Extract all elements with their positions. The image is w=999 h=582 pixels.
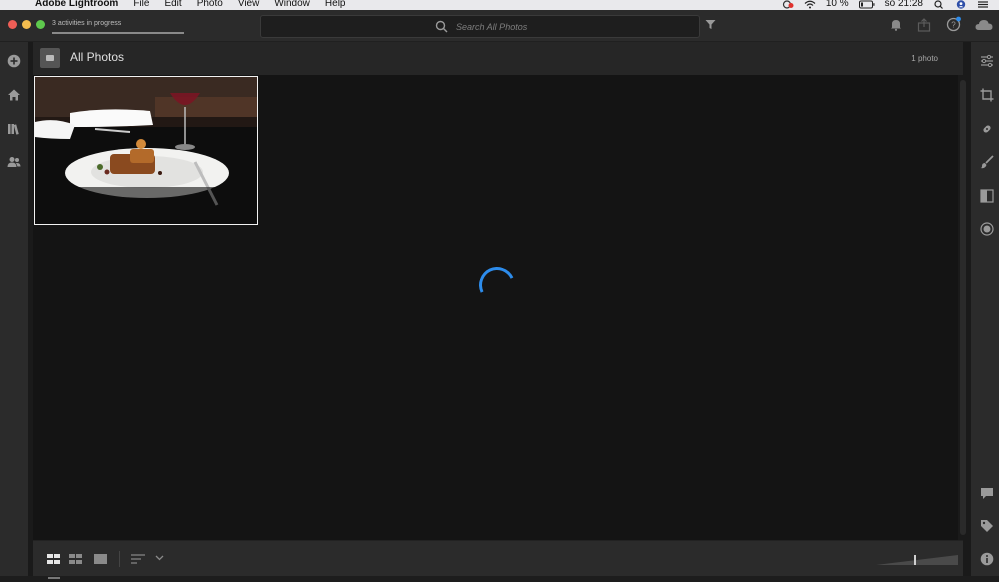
wifi-icon[interactable]	[804, 0, 816, 9]
left-nav-rail	[0, 42, 28, 582]
detail-view-icon[interactable]	[94, 554, 107, 564]
healing-icon[interactable]	[980, 122, 994, 136]
clock[interactable]: so 21:28	[885, 0, 923, 9]
linear-gradient-icon[interactable]	[980, 189, 994, 203]
battery-percent: 10 %	[825, 0, 849, 9]
menu-edit[interactable]: Edit	[164, 0, 181, 9]
grid-scrollbar[interactable]	[960, 80, 966, 535]
sort-icon[interactable]	[131, 554, 145, 564]
activity-progress-bar	[52, 32, 184, 34]
search-input[interactable]	[454, 19, 678, 35]
system-menu-bar: Adobe Lightroom File Edit Photo View Win…	[0, 0, 999, 10]
radial-gradient-icon[interactable]	[980, 222, 994, 236]
notifications-bell-icon[interactable]	[890, 18, 902, 31]
home-icon[interactable]	[7, 88, 21, 102]
zoom-window-button[interactable]	[36, 20, 45, 29]
plated-dish-photo	[35, 77, 257, 224]
battery-icon[interactable]	[858, 0, 875, 9]
menu-app-name[interactable]: Adobe Lightroom	[35, 0, 118, 9]
dock-indicator	[48, 577, 60, 579]
status-area: 10 % so 21:28	[782, 0, 989, 9]
share-icon[interactable]	[917, 18, 931, 32]
activity-progress-fill	[52, 32, 184, 34]
close-window-button[interactable]	[8, 20, 17, 29]
keywords-icon[interactable]	[980, 519, 994, 533]
creative-cloud-status-icon[interactable]	[782, 0, 794, 9]
menu-window[interactable]: Window	[274, 0, 310, 9]
app-title-bar: 3 activities in progress ?	[0, 10, 999, 42]
bottom-toolbar	[33, 540, 963, 577]
photo-count: 1 photo	[911, 54, 938, 63]
window-bottom-edge	[0, 576, 999, 582]
crop-icon[interactable]	[980, 88, 994, 102]
control-center-icon[interactable]	[977, 0, 989, 9]
photo-thumbnail[interactable]	[34, 76, 258, 225]
chevron-down-icon[interactable]	[155, 555, 164, 561]
library-icon[interactable]	[7, 122, 21, 136]
menu-photo[interactable]: Photo	[197, 0, 223, 9]
people-icon[interactable]	[7, 155, 21, 169]
spotlight-search-icon[interactable]	[933, 0, 945, 9]
activities-status[interactable]: 3 activities in progress	[52, 20, 121, 27]
help-icon[interactable]: ?	[946, 16, 962, 32]
search-box[interactable]	[260, 15, 700, 38]
user-avatar-icon[interactable]	[955, 0, 967, 9]
svg-text:?: ?	[951, 21, 956, 30]
album-icon	[40, 48, 60, 68]
thumbnail-size-slider[interactable]	[876, 555, 958, 565]
menu-file[interactable]: File	[133, 0, 149, 9]
comments-icon[interactable]	[980, 486, 994, 500]
toolbar-divider	[119, 551, 120, 567]
page-title: All Photos	[70, 50, 125, 64]
right-edit-rail	[971, 42, 999, 582]
filter-icon[interactable]	[705, 19, 716, 30]
menu-view[interactable]: View	[238, 0, 260, 9]
cloud-sync-icon[interactable]	[975, 19, 993, 31]
menu-help[interactable]: Help	[325, 0, 346, 9]
minimize-window-button[interactable]	[22, 20, 31, 29]
info-icon[interactable]	[980, 552, 994, 566]
square-grid-icon[interactable]	[47, 554, 60, 564]
brush-icon[interactable]	[980, 155, 994, 169]
loading-spinner	[473, 261, 521, 309]
add-photos-icon[interactable]	[7, 54, 21, 68]
app-menus: Adobe Lightroom File Edit Photo View Win…	[35, 0, 345, 9]
photo-grid	[33, 75, 958, 540]
photo-grid-icon[interactable]	[69, 554, 82, 564]
album-header: All Photos 1 photo	[33, 42, 963, 75]
edit-sliders-icon[interactable]	[980, 54, 994, 68]
search-icon	[435, 20, 448, 33]
